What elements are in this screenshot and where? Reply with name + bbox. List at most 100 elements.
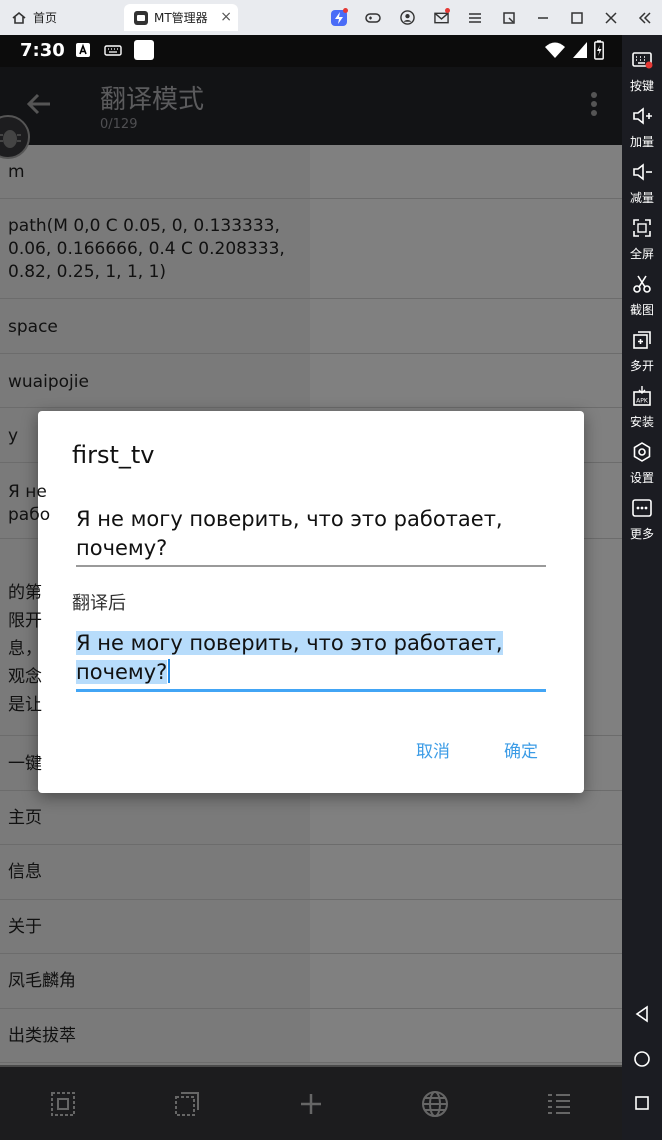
- list-select-icon[interactable]: [544, 1089, 574, 1119]
- user-icon: [399, 10, 415, 25]
- close-icon: [605, 11, 617, 24]
- tab-mt-manager[interactable]: MT管理器 ×: [124, 4, 238, 31]
- tab-mt-manager-label: MT管理器: [154, 11, 208, 25]
- sidebar-item-fullscreen[interactable]: 全屏: [622, 217, 662, 262]
- sidebar-label: 减量: [629, 191, 654, 205]
- list-item[interactable]: path(M 0,0 C 0.05, 0, 0.133333, 0.06, 0.…: [0, 199, 622, 299]
- nav-recents-button[interactable]: [622, 1091, 662, 1115]
- volume-down-icon: [633, 163, 652, 181]
- sidebar-label: 安装: [629, 415, 654, 429]
- collapse-sidebar-button[interactable]: [628, 0, 662, 35]
- minimize-button[interactable]: [526, 0, 560, 35]
- list-item-text: 出类拔萃: [8, 1026, 76, 1046]
- translation-list: m path(M 0,0 C 0.05, 0, 0.133333, 0.06, …: [0, 145, 622, 1065]
- nav-back-button[interactable]: [622, 1002, 662, 1026]
- list-item[interactable]: 关于: [0, 900, 622, 954]
- keyboard-status-icon: [104, 45, 122, 56]
- list-item-text: Я не рабо: [8, 482, 51, 525]
- restore-window-icon: [503, 11, 515, 24]
- multi-instance-icon: [633, 331, 651, 349]
- fullscreen-icon: [633, 219, 651, 237]
- sidebar-item-install-apk[interactable]: APK 安装: [622, 385, 662, 430]
- menu-button[interactable]: [458, 0, 492, 35]
- list-item-text: wuaipojie: [8, 372, 89, 392]
- list-item-text: space: [8, 317, 58, 337]
- emulator-sidebar: 按键 加量 减量 全屏 截图 多开 APK 安装 设置 更多: [622, 35, 662, 1140]
- tab-home-label: 首页: [33, 11, 58, 25]
- svg-text:APK: APK: [636, 398, 649, 405]
- select-all-icon[interactable]: [48, 1089, 78, 1119]
- battery-charging-icon: [594, 40, 604, 60]
- list-item-text: m: [8, 162, 25, 182]
- list-item[interactable]: 信息: [0, 845, 622, 900]
- sidebar-item-volume-down[interactable]: 减量: [622, 161, 662, 206]
- list-item[interactable]: 凤毛麟角: [0, 954, 622, 1009]
- font-a-icon: [76, 43, 90, 57]
- account-button[interactable]: [390, 0, 424, 35]
- emulator-window: 首页 MT管理器 × 7:30 翻译模式 0/129 m path(M 0,0 …: [0, 0, 662, 1140]
- sidebar-label: 全屏: [629, 247, 654, 261]
- scissors-icon: [633, 275, 651, 293]
- list-item[interactable]: space: [0, 299, 622, 354]
- sidebar-label: 更多: [629, 527, 654, 541]
- tab-close-icon[interactable]: ×: [220, 9, 232, 25]
- sidebar-item-keys[interactable]: 按键: [622, 49, 662, 94]
- tab-home[interactable]: 首页: [12, 4, 57, 31]
- status-time: 7:30: [20, 40, 65, 61]
- android-screen: 7:30 翻译模式 0/129 m path(M 0,0 C 0.05, 0, …: [0, 35, 622, 1140]
- sidebar-item-volume-up[interactable]: 加量: [622, 105, 662, 150]
- back-arrow-icon[interactable]: [24, 89, 54, 119]
- apk-install-icon: APK: [633, 386, 651, 406]
- mail-button[interactable]: [424, 0, 458, 35]
- sidebar-label: 设置: [629, 471, 654, 485]
- triangle-back-icon: [635, 1005, 648, 1023]
- page-title: 翻译模式: [100, 85, 205, 115]
- emulator-tab-bar: 首页 MT管理器 ×: [0, 0, 662, 35]
- gamepad-button[interactable]: [356, 0, 390, 35]
- list-item-text: 关于: [8, 917, 42, 937]
- more-icon: [632, 499, 652, 517]
- square-recents-icon: [635, 1096, 649, 1110]
- list-item-text: 一键: [8, 754, 42, 774]
- maximize-button[interactable]: [560, 0, 594, 35]
- list-item-text: 的第 限开 息， 观念 是让: [8, 583, 42, 715]
- nav-home-button[interactable]: [622, 1047, 662, 1071]
- overflow-menu-icon[interactable]: [590, 91, 598, 117]
- sidebar-label: 多开: [629, 359, 654, 373]
- list-item-text: y: [8, 426, 19, 446]
- gear-icon: [633, 442, 651, 462]
- list-item[interactable]: wuaipojie: [0, 354, 622, 408]
- list-item[interactable]: 的第 限开 息， 观念 是让: [0, 539, 622, 736]
- globe-icon[interactable]: [420, 1089, 450, 1119]
- status-right-icons: [544, 40, 604, 60]
- sidebar-label: 截图: [629, 303, 654, 317]
- page-subtitle: 0/129: [100, 117, 138, 132]
- sidebar-item-multi-instance[interactable]: 多开: [622, 329, 662, 374]
- notification-square-icon: [134, 40, 154, 60]
- bottom-toolbar: [0, 1065, 622, 1140]
- emulator-toolbar: [322, 0, 662, 35]
- boost-button[interactable]: [322, 0, 356, 35]
- minimize-icon: [538, 16, 548, 19]
- circle-home-icon: [634, 1051, 650, 1067]
- list-item[interactable]: 主页: [0, 791, 622, 845]
- list-item-text: 主页: [8, 808, 42, 828]
- close-window-button[interactable]: [594, 0, 628, 35]
- mail-icon: [433, 12, 449, 23]
- status-bar: 7:30: [0, 35, 622, 67]
- copy-select-icon[interactable]: [172, 1089, 202, 1119]
- maximize-icon: [571, 11, 583, 24]
- volume-up-icon: [633, 107, 652, 125]
- restore-button[interactable]: [492, 0, 526, 35]
- sidebar-item-more[interactable]: 更多: [622, 497, 662, 542]
- list-item[interactable]: 出类拔萃: [0, 1009, 622, 1063]
- sidebar-item-settings[interactable]: 设置: [622, 441, 662, 486]
- add-icon[interactable]: [296, 1089, 326, 1119]
- list-item[interactable]: m: [0, 145, 622, 199]
- sidebar-item-screenshot[interactable]: 截图: [622, 273, 662, 318]
- sidebar-label: 按键: [629, 79, 654, 93]
- wifi-icon: [545, 42, 565, 58]
- sidebar-label: 加量: [629, 135, 654, 149]
- list-item-text: path(M 0,0 C 0.05, 0, 0.133333, 0.06, 0.…: [8, 216, 285, 282]
- hamburger-icon: [469, 12, 481, 23]
